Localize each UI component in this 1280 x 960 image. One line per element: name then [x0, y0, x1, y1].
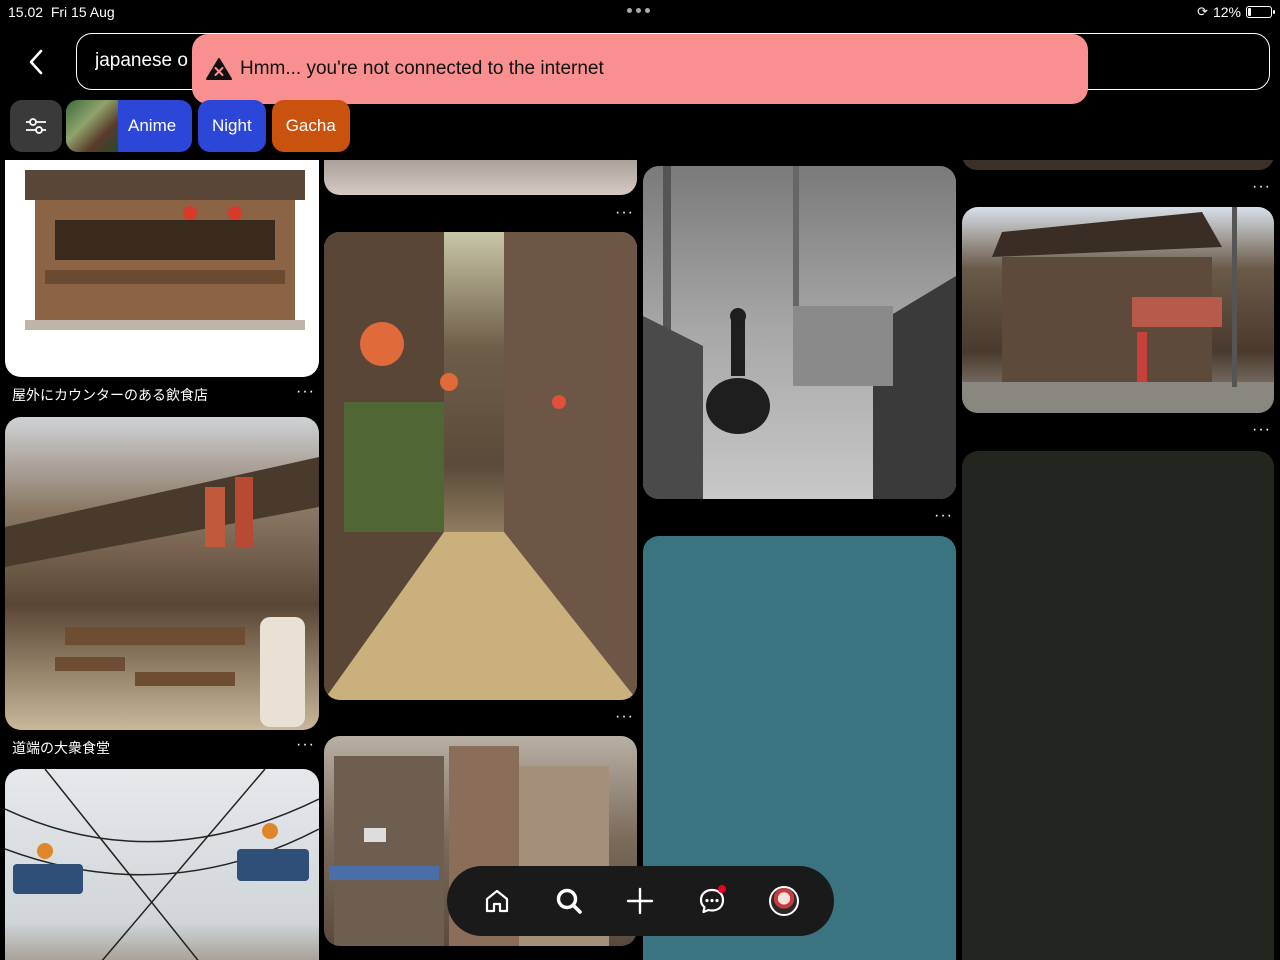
pin-more-button[interactable]: ··· — [296, 736, 315, 754]
avatar — [769, 886, 800, 916]
chip-anime[interactable]: Anime — [66, 100, 192, 152]
status-bar: 15.02 Fri 15 Aug ⟳ 12% — [0, 0, 1280, 24]
offline-toast: Hmm... you're not connected to the inter… — [192, 34, 1088, 104]
chevron-left-icon — [29, 49, 43, 75]
pin-image[interactable] — [962, 160, 1274, 170]
home-icon — [485, 889, 508, 913]
warning-icon — [206, 58, 232, 80]
battery-icon — [1246, 6, 1275, 18]
pin-grid: 屋外にカウンターのある飲食店 ··· 道端の大衆食堂 ··· ··· ··· ·… — [0, 160, 1280, 960]
nav-messages[interactable] — [690, 879, 734, 923]
pin-placeholder[interactable] — [962, 451, 1274, 960]
filter-row: Anime Night Gacha — [10, 100, 350, 152]
orientation-lock-icon: ⟳ — [1197, 4, 1208, 19]
chip-label: Night — [212, 116, 252, 135]
pin-more-button[interactable]: ··· — [296, 383, 315, 401]
pin-caption[interactable]: 道端の大衆食堂 — [12, 738, 110, 758]
chip-label: Gacha — [285, 116, 336, 135]
pin-more-button[interactable]: ··· — [1252, 178, 1271, 196]
search-icon — [556, 888, 582, 914]
battery-percent: 12% — [1212, 4, 1241, 20]
back-button[interactable] — [18, 44, 54, 80]
bottom-nav — [447, 866, 834, 936]
nav-create[interactable] — [618, 879, 662, 923]
pin-more-button[interactable]: ··· — [1252, 421, 1271, 439]
sliders-icon — [26, 118, 46, 134]
pin-caption[interactable]: 屋外にカウンターのある飲食店 — [12, 385, 208, 405]
toast-message: Hmm... you're not connected to the inter… — [240, 58, 604, 79]
status-right: ⟳ 12% — [1197, 4, 1275, 20]
chip-thumbnail — [66, 100, 118, 152]
nav-search[interactable] — [547, 879, 591, 923]
pin-image[interactable] — [5, 417, 319, 730]
nav-home[interactable] — [475, 879, 519, 923]
pin-more-button[interactable]: ··· — [615, 204, 634, 222]
chip-gacha[interactable]: Gacha — [271, 100, 350, 152]
pin-image[interactable] — [324, 160, 637, 195]
nav-profile[interactable] — [762, 879, 806, 923]
pin-image[interactable] — [324, 232, 637, 700]
status-date: Fri 15 Aug — [50, 4, 115, 20]
status-time: 15.02 — [8, 4, 44, 20]
pin-image[interactable] — [962, 207, 1274, 413]
pin-image[interactable] — [5, 160, 319, 377]
chip-night[interactable]: Night — [198, 100, 266, 152]
pin-image[interactable] — [643, 166, 956, 499]
plus-icon — [627, 887, 654, 915]
pin-image[interactable] — [5, 769, 319, 960]
filter-settings-button[interactable] — [10, 100, 62, 152]
chip-label: Anime — [128, 116, 177, 135]
pin-more-button[interactable]: ··· — [934, 507, 953, 525]
pin-more-button[interactable]: ··· — [615, 708, 634, 726]
multitasking-dots-icon[interactable] — [627, 8, 650, 13]
status-datetime: 15.02 Fri 15 Aug — [8, 4, 115, 20]
